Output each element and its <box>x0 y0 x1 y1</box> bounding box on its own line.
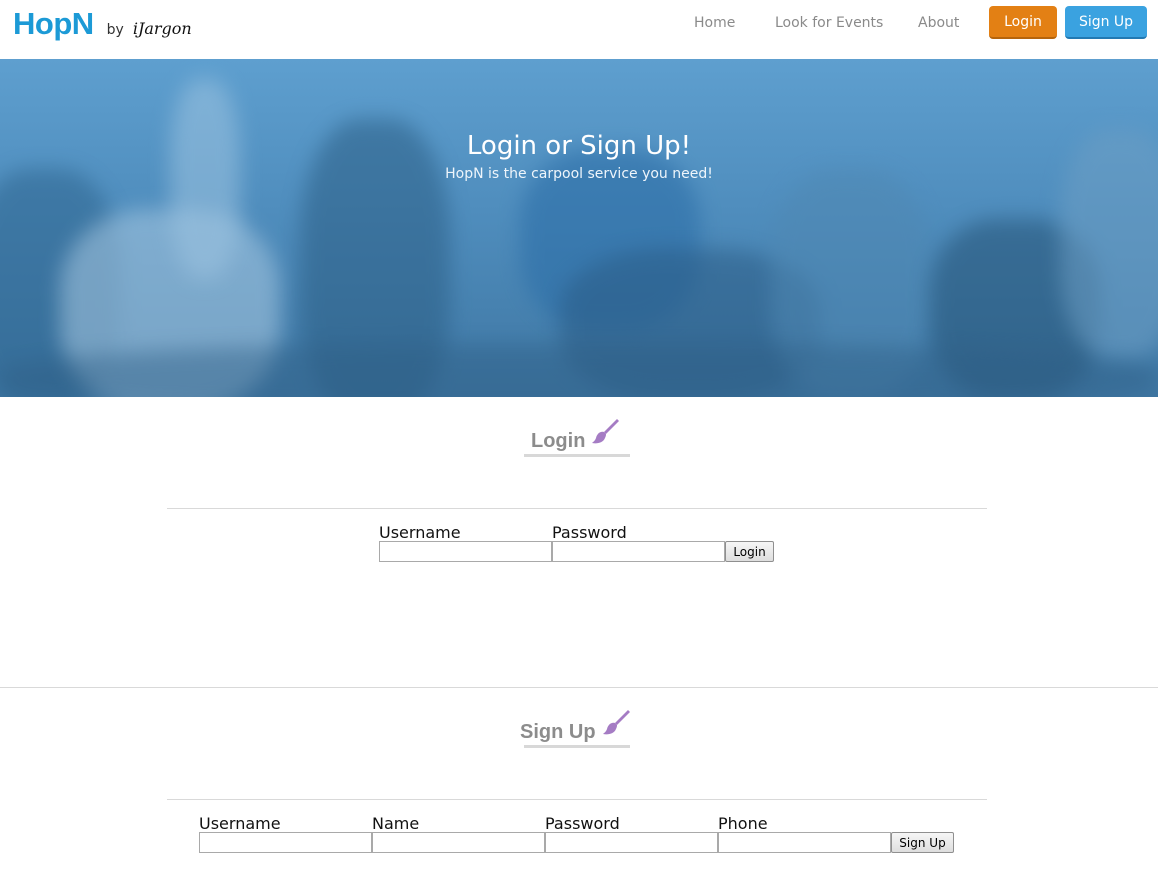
nav-home-link[interactable]: Home <box>694 0 735 45</box>
login-username-label: Username <box>379 523 461 542</box>
paintbrush-icon <box>602 710 630 735</box>
hero-title: Login or Sign Up! <box>466 131 692 161</box>
brand-by-text: by <box>106 22 124 38</box>
hero-banner: Login or Sign Up! HopN is the carpool se… <box>0 59 1158 397</box>
nav-about-link[interactable]: About <box>918 0 959 45</box>
brand-company-name: iJargon <box>132 19 192 38</box>
section-separator <box>0 687 1158 688</box>
signup-name-label: Name <box>372 814 420 833</box>
signup-username-input[interactable] <box>199 832 372 853</box>
signup-phone-input[interactable] <box>718 832 891 853</box>
brand[interactable]: HopN by iJargon <box>13 6 192 46</box>
signup-name-input[interactable] <box>372 832 545 853</box>
nav-login-button[interactable]: Login <box>989 6 1057 39</box>
signup-heading-underline <box>524 745 630 748</box>
login-divider <box>167 508 987 509</box>
login-heading-underline <box>524 454 630 457</box>
signup-phone-label: Phone <box>718 814 768 833</box>
hero-bg-shape <box>0 344 1158 397</box>
signup-username-label: Username <box>199 814 281 833</box>
paintbrush-icon <box>592 419 620 444</box>
signup-password-label: Password <box>545 814 620 833</box>
login-password-label: Password <box>552 523 627 542</box>
login-submit-button[interactable]: Login <box>725 541 774 562</box>
nav-about-label[interactable]: About <box>918 15 959 31</box>
hero-bg-shape <box>1060 129 1158 359</box>
signup-submit-button[interactable]: Sign Up <box>891 832 954 853</box>
login-username-input[interactable] <box>379 541 552 562</box>
signup-heading-text: Sign Up <box>520 721 596 743</box>
login-heading-text: Login <box>531 430 586 452</box>
top-navbar: HopN by iJargon Home Look for Events Abo… <box>0 0 1158 59</box>
hero-subtitle: HopN is the carpool service you need! <box>445 166 713 182</box>
login-section-heading: Login <box>531 417 620 453</box>
nav-events-link[interactable]: Look for Events <box>775 0 883 45</box>
nav-home-label[interactable]: Home <box>694 15 735 31</box>
signup-password-input[interactable] <box>545 832 718 853</box>
brand-logo[interactable]: HopN <box>13 6 94 42</box>
nav-events-label[interactable]: Look for Events <box>775 15 883 31</box>
login-password-input[interactable] <box>552 541 725 562</box>
nav-signup-button[interactable]: Sign Up <box>1065 6 1147 39</box>
signup-section-heading: Sign Up <box>520 708 631 744</box>
signup-divider <box>167 799 987 800</box>
